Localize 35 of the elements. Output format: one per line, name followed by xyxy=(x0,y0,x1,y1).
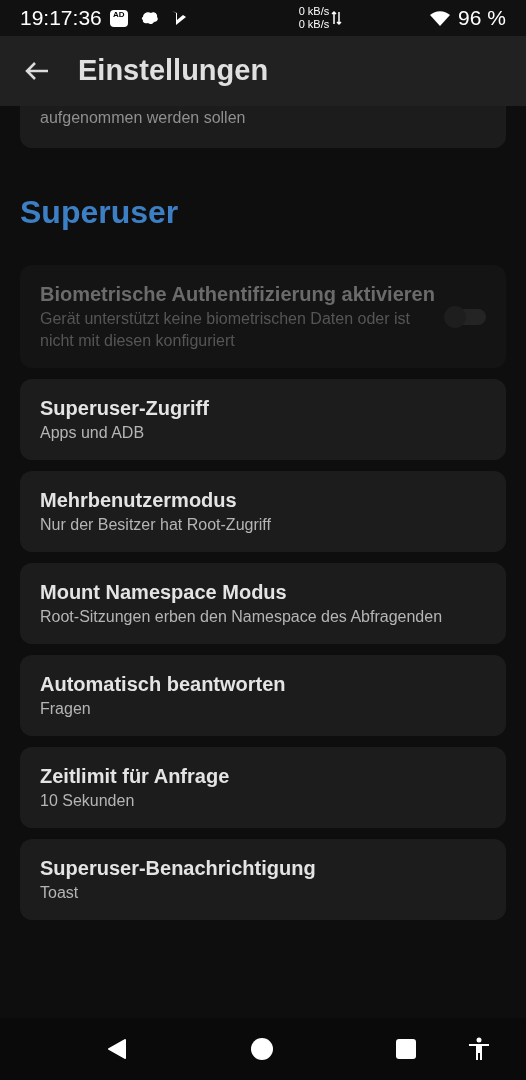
transfer-arrows-icon xyxy=(331,10,343,26)
settings-card[interactable]: Mehrbenutzermodus Nur der Besitzer hat Root-Zugriff xyxy=(20,471,506,552)
download-speed: 0 kB/s xyxy=(298,18,330,31)
setting-title: Mehrbenutzermodus xyxy=(40,488,238,513)
setting-title: Zeitlimit für Anfrage xyxy=(40,764,231,789)
settings-card[interactable]: Superuser-Zugriff Apps und ADB xyxy=(20,379,506,460)
setting-title: Mount Namespace Modus xyxy=(40,580,288,605)
page-title: Einstellungen xyxy=(78,53,269,89)
setting-subtitle: aufgenommen werden sollen xyxy=(40,109,246,126)
settings-card[interactable]: Mount Namespace Modus Root-Sitzungen erben den Namespace des Abfragenden xyxy=(20,563,506,644)
setting-title: Superuser-Benachrichtigung xyxy=(40,856,317,881)
setting-subtitle: Nur der Besitzer hat Root-Zugriff xyxy=(40,515,272,535)
section-heading: Superuser xyxy=(20,194,179,230)
splat-icon xyxy=(139,9,159,27)
setting-subtitle: Fragen xyxy=(40,699,92,719)
home-icon[interactable] xyxy=(251,1038,273,1060)
setting-subtitle: Apps und ADB xyxy=(40,423,146,443)
back-icon[interactable] xyxy=(107,1038,127,1060)
upload-speed: 0 kB/s xyxy=(298,5,330,18)
battery-level: 96 % xyxy=(458,5,506,32)
setting-title: Superuser-Zugriff xyxy=(40,396,210,421)
clock: 19:17:36 xyxy=(20,5,102,32)
ad-blocker-icon: AD xyxy=(109,9,128,27)
setting-subtitle: Root-Sitzungen erben den Namespace des Abfragenden xyxy=(40,607,444,627)
setting-subtitle: 10 Sekunden xyxy=(40,791,136,811)
settings-card[interactable]: Automatisch beantworten Fragen xyxy=(20,655,506,736)
settings-card[interactable]: aufgenommen werden sollen xyxy=(20,106,506,148)
settings-card[interactable]: Zeitlimit für Anfrage 10 Sekunden xyxy=(20,747,506,828)
setting-subtitle: Toast xyxy=(40,883,80,903)
accessibility-icon[interactable] xyxy=(468,1037,490,1061)
settings-card[interactable]: Superuser-Benachrichtigung Toast xyxy=(20,839,506,920)
setting-subtitle: Gerät unterstützt keine biometrischen Daten oder ist nicht mit diesen konfiguriert xyxy=(40,309,411,351)
wifi-icon xyxy=(430,10,451,26)
setting-title: Automatisch beantworten xyxy=(40,672,287,697)
setting-title: Biometrische Authentifizierung aktivieren xyxy=(40,282,436,307)
